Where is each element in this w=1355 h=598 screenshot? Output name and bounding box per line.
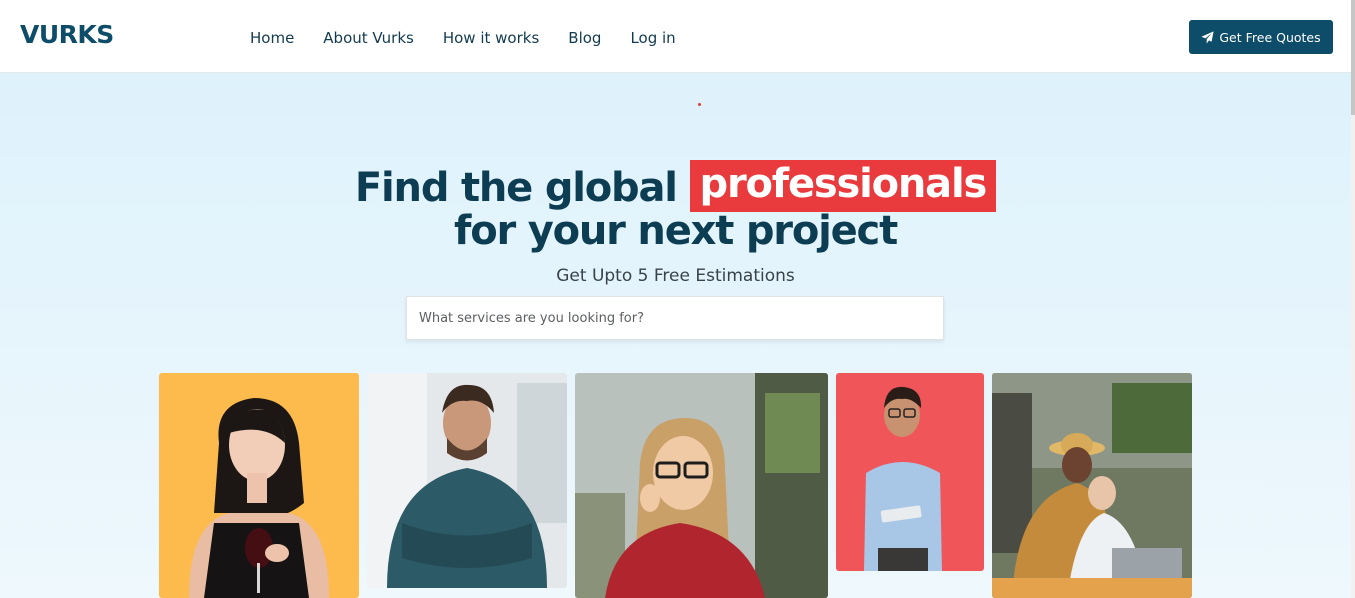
paper-plane-icon — [1201, 30, 1214, 44]
get-free-quotes-button[interactable]: Get Free Quotes — [1189, 20, 1333, 54]
scrollbar-thumb[interactable] — [1351, 0, 1355, 115]
vurks-logo[interactable]: VURKS — [20, 20, 114, 50]
gallery-card-woman-wine — [159, 373, 359, 598]
hero-section: Find the global professionals for your n… — [0, 73, 1351, 598]
nav-about-vurks[interactable]: About Vurks — [323, 28, 414, 48]
main-nav: Home About Vurks How it works Blog Log i… — [250, 28, 705, 48]
gallery-card-woman-glasses — [575, 373, 828, 598]
get-free-quotes-label: Get Free Quotes — [1219, 29, 1321, 45]
nav-log-in[interactable]: Log in — [630, 28, 675, 48]
gallery-card-man-arms-crossed — [367, 373, 567, 588]
scrollbar-track[interactable] — [1351, 0, 1355, 598]
woman-wine-photo — [159, 373, 359, 598]
nav-home[interactable]: Home — [250, 28, 294, 48]
man-tablet-photo — [836, 373, 984, 571]
service-search-input[interactable] — [406, 296, 944, 340]
hero-subtitle: Get Upto 5 Free Estimations — [556, 266, 795, 286]
hero-title-highlight: professionals — [689, 160, 997, 212]
decorative-dot — [698, 103, 701, 106]
nav-how-it-works[interactable]: How it works — [443, 28, 539, 48]
nav-blog[interactable]: Blog — [568, 28, 601, 48]
gallery-card-man-tablet — [836, 373, 984, 571]
gallery-card-two-men-laptop — [992, 373, 1192, 598]
hero-title-prefix: Find the global — [354, 165, 690, 211]
woman-glasses-photo — [575, 373, 828, 598]
two-men-laptop-photo — [992, 373, 1192, 598]
man-arms-crossed-photo — [367, 373, 567, 588]
hero-title-line-2: for your next project — [454, 208, 898, 254]
top-navbar: VURKS Home About Vurks How it works Blog… — [0, 0, 1355, 73]
